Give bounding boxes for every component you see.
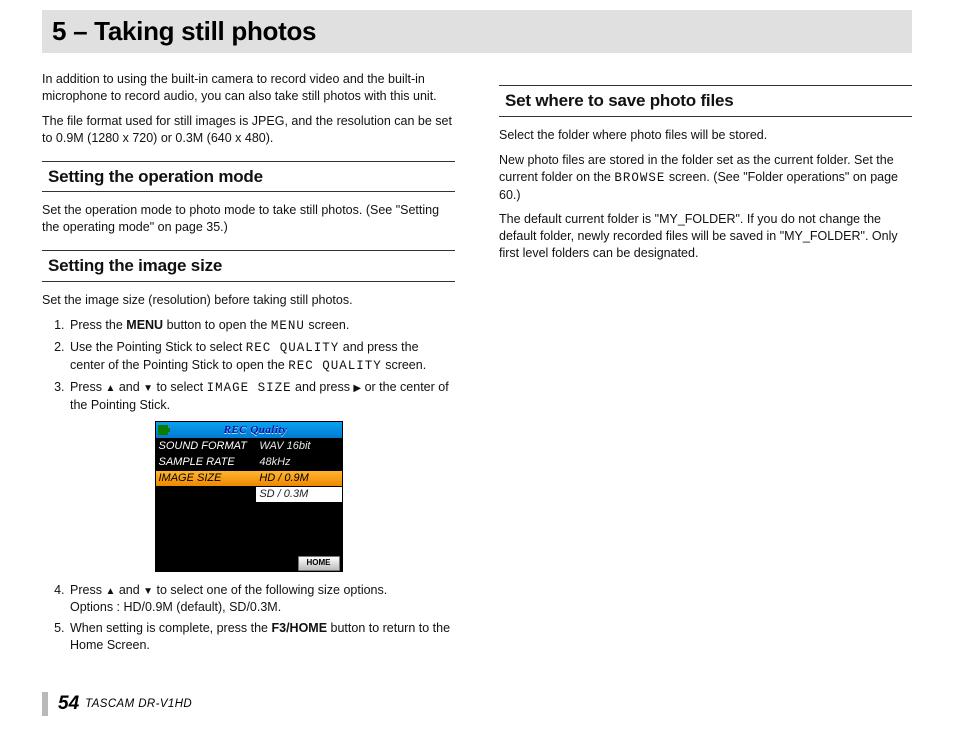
chapter-title: 5 – Taking still photos bbox=[48, 16, 906, 47]
row-value: 48kHz bbox=[256, 455, 341, 470]
steps-list: Press the MENU button to open the MENU s… bbox=[42, 317, 455, 413]
intro-p1: In addition to using the built-in camera… bbox=[42, 71, 455, 105]
screen-body: SOUND FORMAT WAV 16bit SAMPLE RATE 48kHz… bbox=[156, 438, 342, 556]
text: When setting is complete, press the bbox=[70, 621, 271, 635]
row-label: SAMPLE RATE bbox=[156, 455, 257, 470]
device-screen: REC Quality SOUND FORMAT WAV 16bit SAMPL… bbox=[155, 421, 343, 572]
section-heading-save-location: Set where to save photo files bbox=[499, 85, 912, 117]
content-columns: In addition to using the built-in camera… bbox=[0, 63, 954, 662]
step-1: Press the MENU button to open the MENU s… bbox=[68, 317, 455, 335]
page-footer: 54 TASCAM DR-V1HD bbox=[0, 692, 954, 732]
screen-row-sample-rate: SAMPLE RATE 48kHz bbox=[156, 454, 342, 470]
text: to select bbox=[153, 380, 207, 394]
img-size-p1: Set the image size (resolution) before t… bbox=[42, 292, 455, 309]
save-p1: Select the folder where photo files will… bbox=[499, 127, 912, 144]
chapter-bar: 5 – Taking still photos bbox=[42, 10, 912, 53]
menu-button-label: MENU bbox=[126, 318, 163, 332]
screen-titlebar: REC Quality bbox=[156, 422, 342, 438]
text: button to open the bbox=[163, 318, 271, 332]
f3-home-label: F3/HOME bbox=[271, 621, 327, 635]
steps-list-cont: Press ▲ and ▼ to select one of the follo… bbox=[42, 582, 455, 654]
text: screen. bbox=[305, 318, 349, 332]
screen-footer: HOME bbox=[156, 556, 342, 571]
down-arrow-icon: ▼ bbox=[143, 586, 153, 597]
text: Press bbox=[70, 380, 105, 394]
row-label: IMAGE SIZE bbox=[156, 471, 257, 486]
step-4: Press ▲ and ▼ to select one of the follo… bbox=[68, 582, 455, 616]
screen-fill bbox=[156, 502, 342, 556]
page: 5 – Taking still photos In addition to u… bbox=[0, 10, 954, 732]
options-text: Options : HD/0.9M (default), SD/0.3M. bbox=[70, 600, 281, 614]
text: to select one of the following size opti… bbox=[153, 583, 387, 597]
text: and bbox=[115, 583, 143, 597]
row-label: SOUND FORMAT bbox=[156, 439, 257, 454]
right-column: Set where to save photo files Select the… bbox=[499, 71, 912, 662]
save-p2: New photo files are stored in the folder… bbox=[499, 152, 912, 204]
lcd-rec-quality: REC QUALITY bbox=[246, 341, 340, 355]
battery-icon bbox=[158, 425, 168, 435]
text: screen. bbox=[382, 358, 426, 372]
page-number: 54 bbox=[58, 693, 79, 715]
step-3: Press ▲ and ▼ to select IMAGE SIZE and p… bbox=[68, 379, 455, 414]
product-name: TASCAM DR-V1HD bbox=[85, 698, 192, 710]
screen-title: REC Quality bbox=[172, 423, 340, 438]
up-arrow-icon: ▲ bbox=[105, 586, 115, 597]
lcd-rec-quality: REC QUALITY bbox=[288, 359, 382, 373]
step-5: When setting is complete, press the F3/H… bbox=[68, 620, 455, 654]
save-p3: The default current folder is "MY_FOLDER… bbox=[499, 211, 912, 262]
lcd-image-size: IMAGE SIZE bbox=[207, 381, 292, 395]
op-mode-p1: Set the operation mode to photo mode to … bbox=[42, 202, 455, 236]
screen-row-image-size-option: SD / 0.3M bbox=[156, 486, 342, 502]
screen-home-button: HOME bbox=[298, 556, 340, 571]
intro-p2: The file format used for still images is… bbox=[42, 113, 455, 147]
lcd-menu: MENU bbox=[271, 319, 305, 333]
text: Press bbox=[70, 583, 105, 597]
down-arrow-icon: ▼ bbox=[143, 383, 153, 394]
footer-block bbox=[42, 692, 48, 716]
row-value: SD / 0.3M bbox=[256, 487, 341, 502]
up-arrow-icon: ▲ bbox=[105, 383, 115, 394]
row-value: HD / 0.9M bbox=[256, 471, 341, 486]
left-column: In addition to using the built-in camera… bbox=[42, 71, 455, 662]
text: and bbox=[115, 380, 143, 394]
section-heading-op-mode: Setting the operation mode bbox=[42, 161, 455, 193]
screen-row-image-size-selected: IMAGE SIZE HD / 0.9M bbox=[156, 470, 342, 486]
screen-row-sound-format: SOUND FORMAT WAV 16bit bbox=[156, 438, 342, 454]
text: and press bbox=[292, 380, 354, 394]
right-arrow-icon: ▶ bbox=[353, 383, 361, 394]
text: Use the Pointing Stick to select bbox=[70, 340, 246, 354]
text: Press the bbox=[70, 318, 126, 332]
step-2: Use the Pointing Stick to select REC QUA… bbox=[68, 339, 455, 375]
section-heading-img-size: Setting the image size bbox=[42, 250, 455, 282]
row-value: WAV 16bit bbox=[256, 439, 341, 454]
lcd-browse: BROWSE bbox=[614, 171, 665, 185]
